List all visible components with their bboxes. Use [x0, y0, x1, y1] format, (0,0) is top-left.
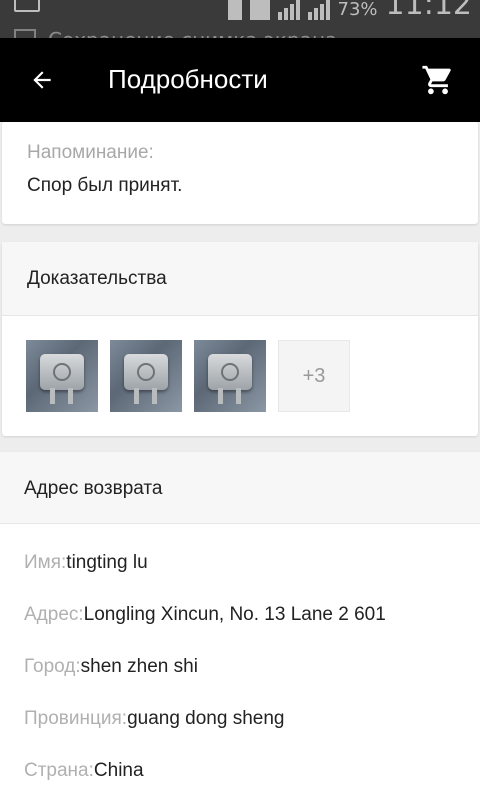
- reminder-label: Напоминание:: [27, 142, 154, 163]
- address-row-country: Страна:China: [24, 760, 144, 782]
- status-bar: Сохранение снимка экрана 73% 11:12: [0, 0, 480, 40]
- image-icon: [14, 0, 40, 12]
- address-key: Страна:: [24, 760, 94, 781]
- address-key: Адрес:: [24, 604, 84, 625]
- evidence-thumbnail[interactable]: [110, 340, 182, 412]
- evidence-card: Доказательства +3: [2, 242, 478, 436]
- page-title: Подробности: [108, 64, 268, 94]
- address-value: China: [93, 760, 144, 781]
- signal-icon: [277, 0, 300, 20]
- status-icons: 73% 11:12: [227, 0, 472, 22]
- evidence-header: Доказательства: [2, 242, 478, 316]
- reminder-card: Напоминание: Спор был принят.: [2, 122, 478, 224]
- more-evidence-button[interactable]: +3: [278, 340, 350, 412]
- signal-2-icon: [307, 0, 330, 20]
- cart-icon: [422, 65, 451, 95]
- return-address-title: Адрес возврата: [24, 478, 163, 499]
- address-value: guang dong sheng: [127, 708, 285, 729]
- battery-percentage: 73%: [337, 0, 378, 20]
- reminder-value: Спор был принят.: [27, 175, 183, 196]
- evidence-title: Доказательства: [27, 268, 167, 289]
- address-value: Longling Xincun, No. 13 Lane 2 601: [83, 604, 386, 625]
- address-value: shen zhen shi: [80, 656, 198, 677]
- data-transfer-icon: [227, 0, 242, 20]
- return-address-card: Адрес возврата Имя:tingting lu Адрес:Lon…: [0, 452, 480, 812]
- address-row-address: Адрес:Longling Xincun, No. 13 Lane 2 601: [24, 604, 386, 626]
- address-value: tingting lu: [66, 552, 148, 573]
- address-row-city: Город:shen zhen shi: [24, 656, 198, 678]
- evidence-thumbnail[interactable]: [194, 340, 266, 412]
- address-key: Имя:: [24, 552, 67, 573]
- network-e-icon: [249, 0, 270, 20]
- clock: 11:12: [385, 0, 472, 22]
- arrow-left-icon: [33, 71, 51, 89]
- address-row-province: Провинция:guang dong sheng: [24, 708, 285, 730]
- evidence-thumbnails: +3: [26, 340, 350, 412]
- return-address-header: Адрес возврата: [0, 452, 480, 524]
- address-key: Город:: [24, 656, 81, 677]
- address-key: Провинция:: [24, 708, 128, 729]
- app-bar: Подробности: [0, 38, 480, 122]
- back-button[interactable]: [22, 60, 62, 100]
- evidence-thumbnail[interactable]: [26, 340, 98, 412]
- cart-button[interactable]: [418, 60, 458, 100]
- address-row-name: Имя:tingting lu: [24, 552, 148, 574]
